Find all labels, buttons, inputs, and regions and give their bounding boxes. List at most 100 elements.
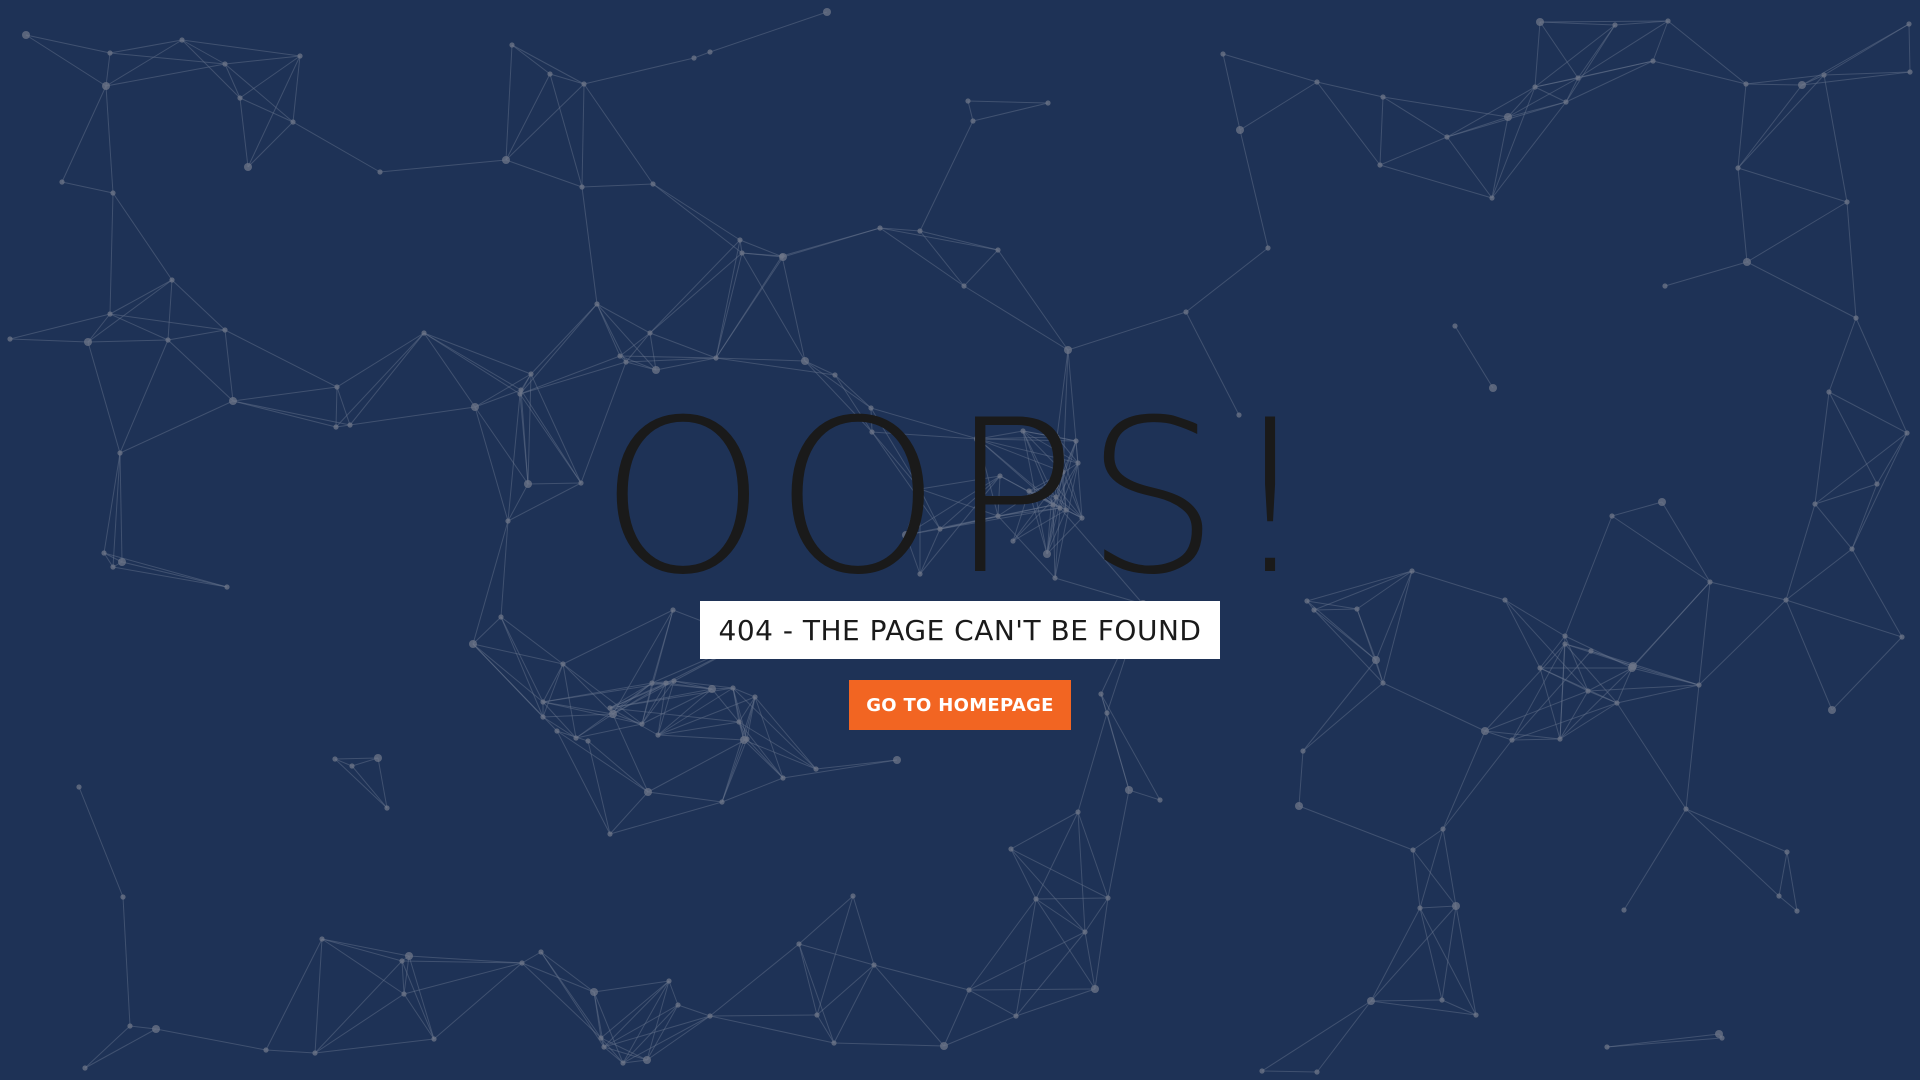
network-node [961, 283, 967, 289]
network-node [1105, 895, 1111, 901]
network-link [1454, 325, 1494, 389]
network-node [152, 1025, 160, 1033]
network-link [997, 249, 1069, 351]
network-node [649, 680, 655, 686]
network-link [581, 183, 654, 188]
network-link [852, 895, 875, 966]
network-node [617, 353, 623, 359]
network-link [530, 303, 598, 375]
network-node [666, 978, 672, 984]
network-link [423, 332, 521, 395]
network-node [1621, 907, 1627, 913]
network-node [877, 225, 883, 231]
network-node [594, 301, 600, 307]
network-link [379, 159, 507, 173]
network-link [1778, 851, 1788, 897]
network-node [607, 705, 613, 711]
network-link [1823, 23, 1910, 76]
network-link [1606, 1033, 1720, 1048]
network-link [709, 11, 828, 53]
network-node [165, 337, 171, 343]
network-node [590, 988, 598, 996]
network-node [222, 61, 228, 67]
network-link [167, 329, 226, 341]
network-link [1539, 635, 1566, 669]
network-link [625, 361, 657, 371]
network-link [122, 896, 131, 1027]
network-link [1846, 201, 1857, 319]
page-title: OOPS! [599, 374, 1321, 621]
network-node [647, 330, 653, 336]
network-node [1473, 1012, 1479, 1018]
network-link [1664, 261, 1748, 287]
network-node [581, 81, 587, 87]
network-node [1828, 706, 1836, 714]
network-link [1587, 690, 1618, 704]
network-link [1419, 907, 1443, 1001]
network-node [120, 894, 126, 900]
network-node [730, 685, 736, 691]
network-link [351, 765, 388, 809]
network-node [675, 1002, 681, 1008]
network-link [109, 279, 173, 315]
network-node [655, 732, 661, 738]
network-link [1507, 101, 1567, 118]
network-link [715, 252, 743, 359]
network-link [1786, 851, 1798, 912]
network-link [105, 52, 111, 87]
network-link [1507, 77, 1579, 118]
network-node [509, 42, 515, 48]
network-link [1261, 1000, 1372, 1072]
network-link [721, 738, 748, 803]
network-node [623, 359, 629, 365]
network-node [1844, 199, 1850, 205]
network-link [743, 739, 817, 770]
network-link [1737, 167, 1748, 263]
network-link [647, 738, 748, 793]
network-link [500, 616, 544, 703]
network-node [1265, 245, 1271, 251]
network-node [22, 31, 30, 39]
network-node [719, 799, 725, 805]
network-node [1410, 847, 1416, 853]
network-link [1652, 20, 1669, 62]
network-link [1484, 643, 1566, 732]
network-link [521, 951, 542, 964]
network-node [893, 756, 901, 764]
network-link [781, 255, 806, 362]
network-node [1743, 258, 1751, 266]
network-node [1532, 84, 1538, 90]
network-node [384, 805, 390, 811]
network-node [1481, 727, 1489, 735]
network-link [919, 120, 974, 232]
network-node [831, 1040, 837, 1046]
network-node [1612, 22, 1618, 28]
network-link [781, 227, 881, 257]
network-node [1562, 641, 1568, 647]
network-link [1442, 828, 1457, 907]
network-link [1785, 599, 1833, 711]
network-link [1685, 808, 1780, 897]
network-link [1100, 693, 1161, 801]
network-link [521, 962, 602, 1039]
network-link [587, 740, 649, 793]
network-link [1632, 665, 1700, 686]
network-link [1823, 74, 1848, 203]
network-link [1831, 636, 1903, 711]
network-link [1382, 682, 1486, 732]
network-node [1259, 1068, 1265, 1074]
network-link [649, 332, 717, 359]
network-node [691, 55, 697, 61]
network-link [78, 786, 124, 898]
network-link [1302, 659, 1377, 752]
network-link [649, 239, 741, 334]
network-node [102, 82, 110, 90]
go-to-homepage-button[interactable]: GO TO HOMEPAGE [849, 680, 1071, 730]
network-link [1737, 84, 1803, 169]
network-node [560, 661, 566, 667]
network-link [239, 55, 301, 99]
network-link [112, 192, 173, 281]
network-node [244, 163, 252, 171]
network-node [573, 735, 579, 741]
network-link [1908, 23, 1911, 73]
